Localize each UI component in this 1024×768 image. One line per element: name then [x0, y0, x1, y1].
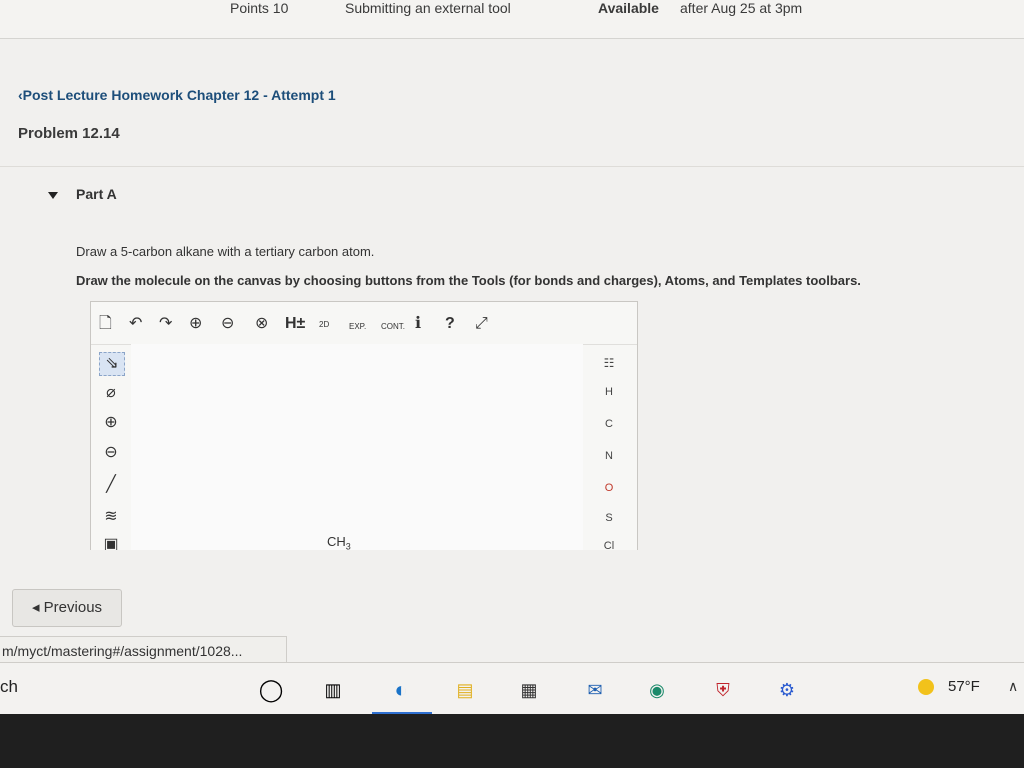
select-tool-icon[interactable]: ⇘	[99, 352, 125, 376]
fullscreen-icon[interactable]: ⤢	[475, 314, 488, 334]
atom-c-button[interactable]: C	[583, 418, 635, 430]
editor-toolbar: 🗋 ↶ ↷ ⊕ ⊖ ⊗ H± 2D EXP. CONT. ℹ ? ⤢	[91, 302, 637, 345]
single-bond-icon[interactable]: ╱	[99, 474, 123, 496]
atoms-toolbar: ☷ H C N O S Cl	[583, 344, 635, 550]
points-text: Points 10	[230, 0, 289, 16]
molecule-editor: 🗋 ↶ ↷ ⊕ ⊖ ⊗ H± 2D EXP. CONT. ℹ ? ⤢ ⇘ ⌀ ⊕…	[90, 301, 638, 550]
zoom-out-icon[interactable]: ⊖	[221, 314, 234, 334]
drawing-canvas[interactable]	[131, 344, 583, 550]
part-a-toggle[interactable]: Part A	[48, 186, 117, 202]
previous-button[interactable]: ◂ Previous	[12, 589, 122, 627]
atom-s-button[interactable]: S	[583, 512, 635, 524]
atom-o-button[interactable]: O	[583, 482, 635, 494]
canvas-ch3-label: CH3	[327, 534, 351, 550]
submitting-text: Submitting an external tool	[345, 0, 511, 16]
hydrogens-button[interactable]: H±	[285, 314, 305, 334]
divider	[0, 166, 1024, 167]
zoom-reset-icon[interactable]: ⊗	[255, 314, 268, 334]
expand-button[interactable]: EXP.	[349, 322, 366, 342]
app-icon[interactable]: ◉	[642, 675, 672, 705]
taskbar-search-text[interactable]: ch	[0, 677, 18, 697]
settings-app-icon[interactable]: ⚙	[772, 675, 802, 705]
atom-cl-button[interactable]: Cl	[583, 540, 635, 550]
problem-title: Problem 12.14	[18, 125, 120, 142]
eraser-icon[interactable]: ⌀	[99, 382, 123, 404]
store-icon[interactable]: ▦	[514, 675, 544, 705]
redo-icon[interactable]: ↷	[159, 314, 172, 334]
breadcrumb-back-link[interactable]: ‹Post Lecture Homework Chapter 12 - Atte…	[18, 87, 336, 103]
file-explorer-icon[interactable]: ▤	[450, 675, 480, 705]
caret-down-icon	[48, 191, 58, 199]
browser-page: Points 10 Submitting an external tool Av…	[0, 0, 1024, 666]
mcafee-icon[interactable]: ⛨	[708, 675, 738, 705]
cortana-circle-icon[interactable]: ◯	[256, 675, 286, 705]
contract-button[interactable]: CONT.	[381, 322, 405, 342]
caret-left-icon: ◂	[31, 599, 40, 616]
help-icon[interactable]: ?	[445, 314, 455, 334]
zoom-in-icon[interactable]: ⊕	[189, 314, 202, 334]
question-text: Draw a 5-carbon alkane with a tertiary c…	[76, 244, 375, 259]
task-view-icon[interactable]: ▥	[318, 675, 348, 705]
bond-types-icon[interactable]: ≋	[99, 506, 123, 528]
available-date: after Aug 25 at 3pm	[680, 0, 803, 16]
info-icon[interactable]: ℹ	[415, 314, 421, 334]
periodic-table-icon[interactable]: ☷	[583, 356, 635, 370]
sun-icon	[918, 679, 934, 696]
chevron-up-icon[interactable]: ∧	[1008, 678, 1018, 695]
clean-2d-button[interactable]: 2D	[319, 320, 329, 340]
weather-widget[interactable]: 57°F	[918, 678, 980, 696]
monitor-bezel	[0, 714, 1024, 768]
negative-charge-icon[interactable]: ⊖	[99, 442, 123, 464]
available-label: Available	[598, 0, 659, 16]
undo-icon[interactable]: ↶	[129, 314, 142, 334]
atom-h-button[interactable]: H	[583, 386, 635, 398]
assignment-info-bar: Points 10 Submitting an external tool Av…	[0, 0, 1024, 39]
atom-n-button[interactable]: N	[583, 450, 635, 462]
mail-icon[interactable]: ✉	[580, 675, 610, 705]
instruction-text: Draw the molecule on the canvas by choos…	[76, 273, 861, 288]
templates-icon[interactable]: ▣	[99, 534, 123, 550]
positive-charge-icon[interactable]: ⊕	[99, 412, 123, 434]
edge-browser-icon[interactable]: ◐	[386, 675, 416, 705]
new-document-icon[interactable]: 🗋	[99, 314, 112, 334]
windows-taskbar: ch ◯ ▥ ◐ ▤ ▦ ✉ ◉ ⛨ ⚙ 57°F ∧	[0, 662, 1024, 715]
tools-toolbar: ⇘ ⌀ ⊕ ⊖ ╱ ≋ ▣	[91, 344, 131, 550]
